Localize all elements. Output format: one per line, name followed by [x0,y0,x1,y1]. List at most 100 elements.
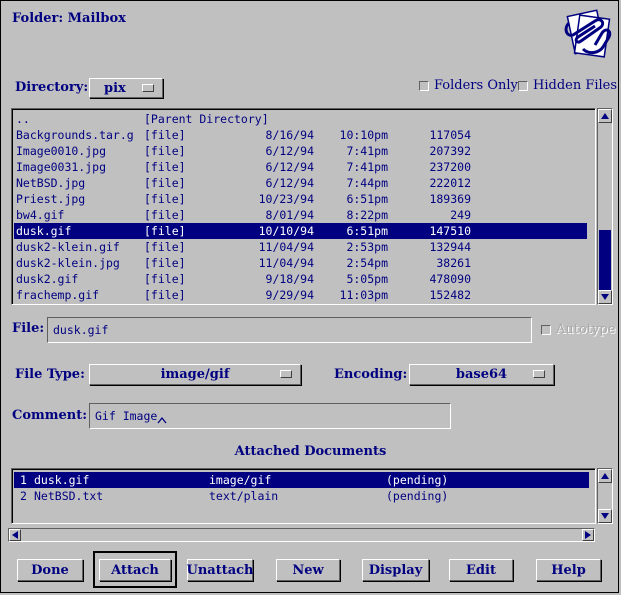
file-size-cell: 207392 [429,144,471,158]
file-name-cell: bw4.gif [16,208,65,222]
file-size-cell: 222012 [429,176,471,190]
file-list-row[interactable]: bw4.gif [file] 8/01/94 8:22pm 249 [14,207,587,223]
done-button[interactable]: Done [17,559,83,581]
option-menu-indicator-icon [142,84,154,92]
file-size-cell: 249 [450,208,471,222]
file-list-row[interactable]: Backgrounds.tar.g [file] 8/16/94 10:10pm 117… [14,127,587,143]
attached-document-row[interactable]: 2 NetBSD.txt text/plain (pending) [14,488,589,504]
file-type-cell: [file] [144,192,186,206]
file-time-cell: 5:05pm [346,272,388,286]
file-name-cell: frachemp.gif [16,288,100,302]
file-type-cell: [file] [144,288,186,302]
new-button[interactable]: New [276,559,340,581]
attached-type-cell: text/plain [209,489,279,503]
comment-value: Gif Image [95,409,158,423]
attached-documents-list[interactable]: 1 dusk.gif image/gif (pending) 2 NetBSD.txt te… [11,468,596,524]
file-date-cell: 6/12/94 [265,160,314,174]
hidden-files-label: Hidden Files [533,78,618,93]
file-type-cell: [file] [144,176,186,190]
attached-list-scrollbar[interactable] [597,468,613,524]
file-date-cell: 8/01/94 [265,208,314,222]
attached-name-cell: dusk.gif [34,473,90,487]
file-size-cell: 147510 [429,224,471,238]
unattach-button[interactable]: Unattach [187,559,254,581]
file-list-row[interactable]: dusk.gif [file] 10/10/94 6:51pm 147510 [14,223,587,239]
attached-num-cell: 2 [20,489,27,503]
file-time-cell: 6:51pm [346,192,388,206]
scroll-up-arrow-icon[interactable] [598,109,612,123]
file-size-cell: 237200 [429,160,471,174]
file-size-cell: 117054 [429,128,471,142]
folders-only-label: Folders Only [434,78,518,93]
file-name-cell: Backgrounds.tar.g [16,128,134,142]
file-time-cell: 10:10pm [339,128,388,142]
file-time-cell: 6:51pm [346,224,388,238]
attach-button[interactable]: Attach [99,559,171,581]
file-list-row[interactable]: .. [Parent Directory] [14,111,587,127]
checkbox-box-icon [541,324,551,335]
hidden-files-checkbox[interactable]: Hidden Files [518,78,617,93]
edit-button[interactable]: Edit [449,559,513,581]
file-date-cell: 11/04/94 [258,256,314,270]
scrollbar-thumb[interactable] [599,230,611,290]
display-button[interactable]: Display [362,559,429,581]
file-list-row[interactable]: NetBSD.jpg [file] 6/12/94 7:44pm 222012 [14,175,587,191]
file-list[interactable]: .. [Parent Directory] Backgrounds.tar.g [fi… [11,108,596,305]
attached-documents-title: Attached Documents [234,444,387,459]
file-name-cell: Image0010.jpg [16,144,107,158]
file-list-row[interactable]: dusk2-klein.gif [file] 11/04/94 2:53pm 13294… [14,239,587,255]
folders-only-checkbox[interactable]: Folders Only [419,78,518,93]
file-type-value: image/gif [160,367,230,382]
file-time-cell: 7:41pm [346,160,388,174]
attached-document-row[interactable]: 1 dusk.gif image/gif (pending) [14,472,589,488]
file-label: File: [12,321,45,336]
file-type-cell: [file] [144,160,186,174]
file-type-cell: [file] [144,208,186,222]
help-button[interactable]: Help [536,559,601,581]
file-time-cell: 11:03pm [339,288,388,302]
file-date-cell: 9/29/94 [265,288,314,302]
file-name-cell: dusk2-klein.gif [16,240,120,254]
autotype-checkbox[interactable]: Autotype [541,322,615,337]
file-time-cell: 8:22pm [346,208,388,222]
option-menu-indicator-icon [533,370,545,378]
file-list-row[interactable]: dusk2-klein.jpg [file] 11/04/94 2:54pm 38261 [14,255,587,271]
encoding-label: Encoding: [334,367,408,382]
directory-option-menu[interactable]: pix [89,78,163,98]
comment-label: Comment: [12,408,88,423]
comment-input[interactable]: Gif Image [89,403,451,429]
file-type-label: File Type: [15,367,85,382]
attached-status-cell: (pending) [386,489,449,503]
file-list-row[interactable]: Priest.jpg [file] 10/23/94 6:51pm 189369 [14,191,587,207]
encoding-option-menu[interactable]: base64 [409,364,554,385]
file-size-cell: 38261 [436,256,471,270]
file-list-row[interactable]: Image0010.jpg [file] 6/12/94 7:41pm 207392 [14,143,587,159]
file-name-cell: dusk2-klein.jpg [16,256,120,270]
scroll-right-arrow-icon[interactable] [582,529,594,541]
text-caret-icon [157,416,167,424]
file-time-cell: 7:41pm [346,144,388,158]
attached-list-hscrollbar[interactable] [8,528,595,542]
file-date-cell: 6/12/94 [265,144,314,158]
file-date-cell: 6/12/94 [265,176,314,190]
file-size-cell: 132944 [429,240,471,254]
file-list-scrollbar[interactable] [597,108,613,305]
directory-label: Directory: [15,80,89,95]
encoding-value: base64 [455,367,508,382]
file-type-option-menu[interactable]: image/gif [89,364,301,385]
file-type-cell: [file] [144,240,186,254]
file-date-cell: 10/23/94 [258,192,314,206]
scroll-left-arrow-icon[interactable] [9,529,21,541]
file-list-row[interactable]: dusk2.gif [file] 9/18/94 5:05pm 478090 [14,271,587,287]
checkbox-box-icon [419,80,429,91]
file-list-row[interactable]: frachemp.gif [file] 9/29/94 11:03pm 152482 [14,287,587,303]
file-name-cell: dusk2.gif [16,272,79,286]
scroll-up-arrow-icon[interactable] [598,469,612,483]
attached-num-cell: 1 [20,473,27,487]
file-list-row[interactable]: Image0031.jpg [file] 6/12/94 7:41pm 237200 [14,159,587,175]
attached-type-cell: image/gif [209,473,272,487]
scroll-down-arrow-icon[interactable] [598,509,612,523]
scroll-down-arrow-icon[interactable] [598,290,612,304]
file-time-cell: 2:54pm [346,256,388,270]
file-input[interactable]: dusk.gif [47,317,532,343]
